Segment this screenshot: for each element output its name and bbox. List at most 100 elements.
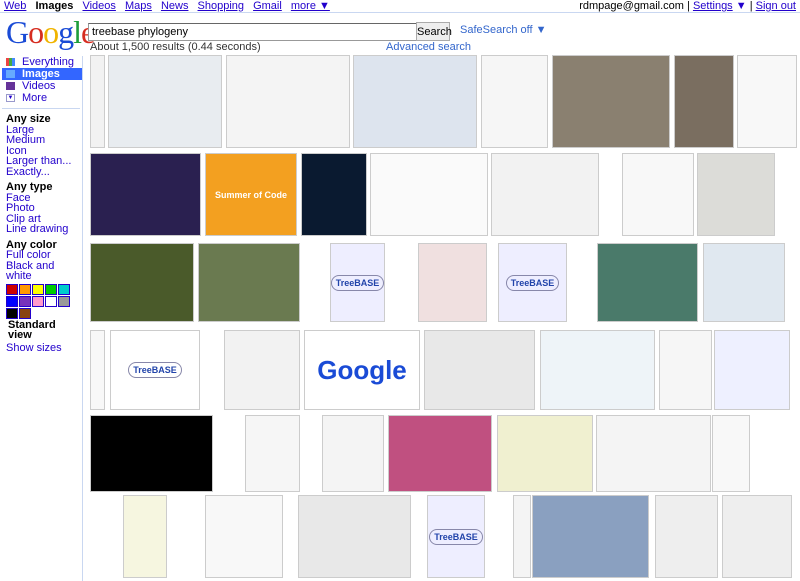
size-exactly[interactable]: Exactly...: [6, 166, 82, 178]
color-swatch[interactable]: [58, 284, 70, 296]
image-result[interactable]: TreeBASE: [330, 243, 385, 322]
nav-maps[interactable]: Maps: [125, 0, 152, 12]
show-sizes-link[interactable]: Show sizes: [6, 342, 82, 354]
nav-more[interactable]: more ▼: [291, 0, 330, 12]
color-full[interactable]: Full color: [6, 250, 82, 261]
images-icon: [6, 70, 15, 78]
image-result[interactable]: [123, 495, 167, 578]
sidebar-item-everything[interactable]: Everything: [4, 56, 82, 68]
image-result[interactable]: [622, 153, 694, 236]
nav-shopping[interactable]: Shopping: [198, 0, 245, 12]
size-heading: Any size: [6, 113, 51, 125]
settings-arrow-icon[interactable]: ▼: [736, 0, 747, 12]
image-result[interactable]: [298, 495, 411, 578]
nav-images[interactable]: Images: [35, 0, 73, 12]
image-result[interactable]: [491, 153, 599, 236]
image-result[interactable]: [532, 495, 649, 578]
image-result[interactable]: [703, 243, 785, 322]
nav-videos[interactable]: Videos: [82, 0, 115, 12]
image-result[interactable]: [90, 330, 105, 410]
top-bar: Web Images Videos Maps News Shopping Gma…: [0, 0, 800, 13]
type-heading: Any type: [6, 181, 53, 193]
image-result[interactable]: [198, 243, 300, 322]
image-result[interactable]: [697, 153, 775, 236]
color-swatch[interactable]: [32, 284, 44, 296]
image-result[interactable]: [205, 495, 283, 578]
image-result[interactable]: [552, 55, 670, 148]
google-logo[interactable]: Google: [6, 14, 95, 51]
image-result[interactable]: [540, 330, 655, 410]
color-swatch[interactable]: [58, 296, 70, 308]
color-swatch[interactable]: [6, 308, 18, 320]
image-result[interactable]: [224, 330, 300, 410]
settings-link[interactable]: Settings: [693, 0, 733, 12]
color-swatch[interactable]: [45, 284, 57, 296]
image-result[interactable]: [655, 495, 718, 578]
chevron-down-icon: ▼: [6, 94, 15, 102]
image-result[interactable]: [322, 415, 384, 492]
advanced-search-link[interactable]: Advanced search: [386, 41, 471, 53]
separator: |: [749, 0, 753, 12]
divider: [2, 108, 80, 109]
color-swatch[interactable]: [32, 296, 44, 308]
label: Everything: [22, 56, 74, 68]
color-swatch[interactable]: [19, 308, 31, 320]
image-result[interactable]: [596, 415, 711, 492]
search-input[interactable]: [88, 23, 424, 41]
nav-news[interactable]: News: [161, 0, 189, 12]
nav-gmail[interactable]: Gmail: [253, 0, 282, 12]
image-text: TreeBASE: [331, 274, 384, 291]
image-result[interactable]: [597, 243, 698, 322]
image-result[interactable]: [90, 415, 213, 492]
image-result[interactable]: TreeBASE: [110, 330, 200, 410]
color-swatch[interactable]: [45, 296, 57, 308]
image-result[interactable]: [353, 55, 477, 148]
image-result[interactable]: [388, 415, 492, 492]
image-result[interactable]: TreeBASE: [427, 495, 485, 578]
size-medium[interactable]: Medium: [6, 135, 82, 146]
image-result[interactable]: [714, 330, 790, 410]
image-result[interactable]: [301, 153, 367, 236]
image-result[interactable]: [481, 55, 548, 148]
image-result[interactable]: [245, 415, 300, 492]
image-result[interactable]: [108, 55, 222, 148]
image-result[interactable]: [497, 415, 593, 492]
sidebar-item-images[interactable]: Images: [2, 68, 82, 80]
nav-web[interactable]: Web: [4, 0, 26, 12]
image-result[interactable]: [722, 495, 792, 578]
image-result[interactable]: [90, 243, 194, 322]
sidebar-item-videos[interactable]: Videos: [4, 80, 82, 92]
image-result[interactable]: [513, 495, 531, 578]
search-button[interactable]: Search: [416, 22, 452, 41]
image-result[interactable]: [424, 330, 535, 410]
image-result[interactable]: [418, 243, 487, 322]
color-swatch[interactable]: [6, 296, 18, 308]
image-result[interactable]: [674, 55, 734, 148]
sign-out-link[interactable]: Sign out: [756, 0, 796, 12]
type-line-drawing[interactable]: Line drawing: [6, 224, 82, 235]
safesearch-dropdown[interactable]: SafeSearch off ▼: [460, 24, 547, 36]
color-bw[interactable]: Black and white: [6, 260, 82, 282]
color-swatch[interactable]: [19, 284, 31, 296]
image-result[interactable]: TreeBASE: [498, 243, 567, 322]
image-result[interactable]: [90, 153, 201, 236]
image-text: Google: [317, 354, 407, 385]
type-photo[interactable]: Photo: [6, 203, 82, 214]
image-result[interactable]: [737, 55, 797, 148]
standard-view-link[interactable]: Standard view: [6, 319, 78, 341]
color-swatch[interactable]: [19, 296, 31, 308]
image-text: Summer of Code: [214, 189, 287, 200]
color-swatch[interactable]: [6, 284, 18, 296]
image-text: TreeBASE: [505, 274, 560, 291]
image-result[interactable]: Summer of Code: [205, 153, 297, 236]
color-swatches: [6, 284, 78, 320]
image-result[interactable]: [712, 415, 750, 492]
image-result[interactable]: [659, 330, 712, 410]
image-result[interactable]: [370, 153, 488, 236]
image-result[interactable]: [226, 55, 350, 148]
image-text: TreeBASE: [429, 528, 483, 545]
image-result[interactable]: [90, 55, 105, 148]
size-larger-than[interactable]: Larger than...: [6, 156, 82, 167]
sidebar-item-more[interactable]: ▼ More: [4, 92, 82, 104]
image-result[interactable]: Google: [304, 330, 420, 410]
